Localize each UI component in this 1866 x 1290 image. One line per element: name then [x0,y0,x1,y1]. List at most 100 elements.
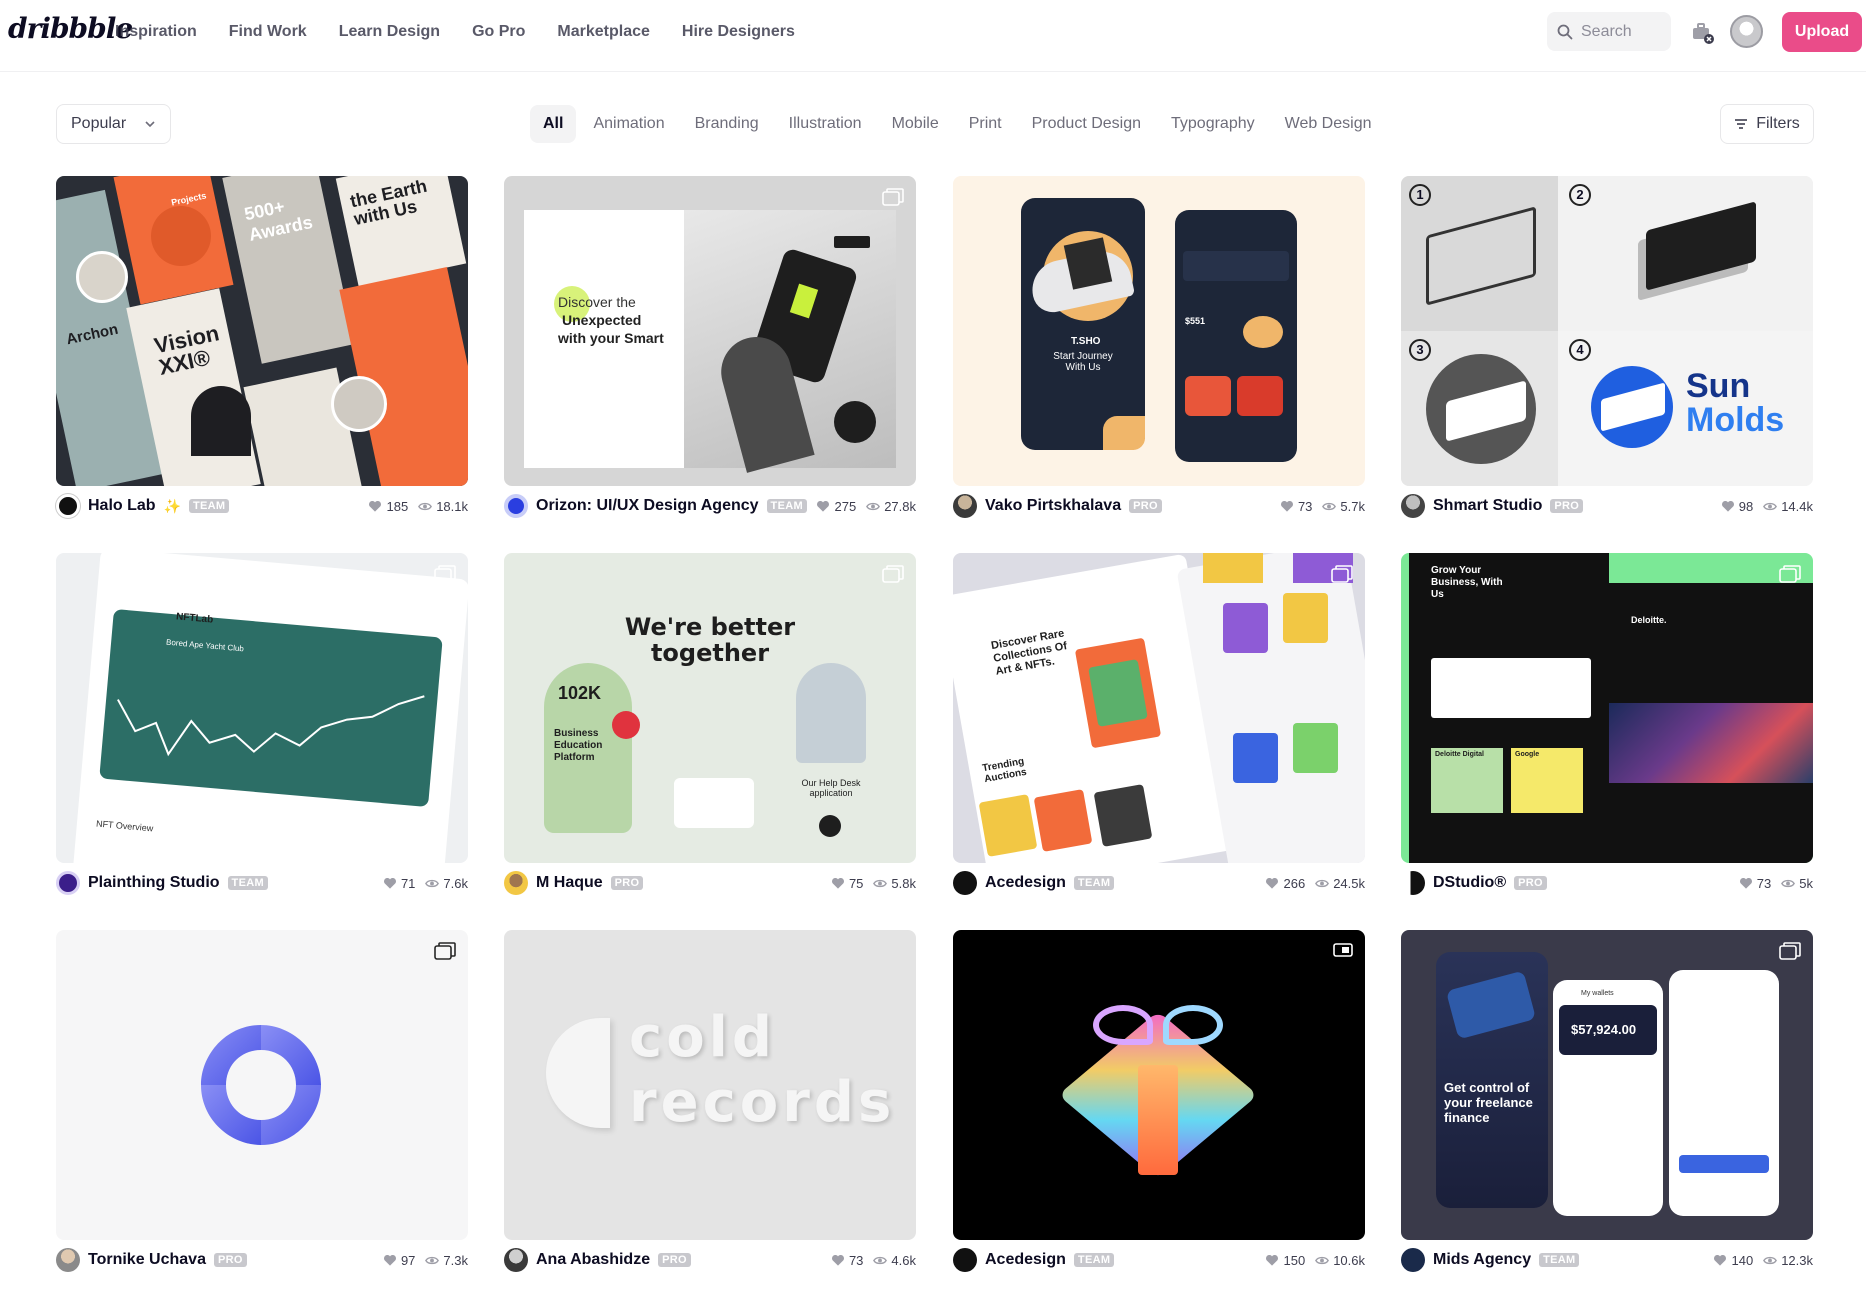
art-text: Grow Your Business, With Us [1431,565,1503,600]
shot-meta: Orizon: UI/UX Design Agency TEAM 275 27.… [504,486,916,526]
upload-button[interactable]: Upload [1782,12,1862,52]
views-count: 5k [1799,875,1813,891]
tab-all[interactable]: All [530,105,577,143]
shot-author[interactable]: Mids Agency TEAM [1401,1248,1580,1272]
tab-typography[interactable]: Typography [1158,105,1268,143]
shot-thumbnail[interactable]: Archon Vision XXI® 500+ Awards Projects … [56,176,468,486]
shot-card[interactable]: Archon Vision XXI® 500+ Awards Projects … [56,176,468,526]
tab-illustration[interactable]: Illustration [776,105,875,143]
author-name: Mids Agency [1433,1251,1532,1268]
tab-product-design[interactable]: Product Design [1019,105,1154,143]
nav-learn-design[interactable]: Learn Design [339,23,440,41]
art-text: records [629,1070,896,1135]
author-name: Halo Lab [88,497,156,514]
shot-meta: Acedesign TEAM 266 24.5k [953,863,1365,903]
likes[interactable]: 98 [1721,499,1753,514]
shot-card[interactable]: Discover Rare Collections Of Art & NFTs.… [953,553,1365,903]
multi-shot-icon [1331,565,1353,583]
likes[interactable]: 266 [1265,876,1305,891]
nav-marketplace[interactable]: Marketplace [557,23,650,41]
tab-mobile[interactable]: Mobile [879,105,952,143]
views-count: 27.8k [884,498,916,514]
likes[interactable]: 75 [831,876,863,891]
nav-go-pro[interactable]: Go Pro [472,23,525,41]
shot-author[interactable]: Vako Pirtskhalava PRO [953,494,1162,518]
briefcase-icon[interactable] [1690,20,1714,44]
shot-thumbnail[interactable]: T.SHO Start Journey With Us $551 [953,176,1365,486]
shot-card[interactable]: Discover the Unexpected with your Smart … [504,176,916,526]
shot-author[interactable]: Plainthing Studio TEAM [56,871,268,895]
pro-badge: PRO [213,1253,247,1267]
shot-author[interactable]: DStudio® PRO [1401,871,1547,895]
views-count: 14.4k [1781,498,1813,514]
likes[interactable]: 97 [383,1253,415,1268]
sort-dropdown[interactable]: Popular [56,104,171,144]
shot-card[interactable]: Tornike Uchava PRO 97 7.3k [56,930,468,1280]
likes-count: 140 [1731,1252,1754,1268]
likes[interactable]: 275 [816,499,856,514]
views: 27.8k [866,499,916,514]
tornike-avatar [56,1248,80,1272]
multi-shot-icon [1779,942,1801,960]
eye-icon [1763,501,1777,512]
shot-author[interactable]: Orizon: UI/UX Design Agency TEAM [504,494,807,518]
likes[interactable]: 150 [1265,1253,1305,1268]
shot-thumbnail[interactable]: Discover the Unexpected with your Smart [504,176,916,486]
tab-web-design[interactable]: Web Design [1272,105,1385,143]
shot-thumbnail[interactable]: Grow Your Business, With Us Deloitte Dig… [1401,553,1813,863]
heart-icon [1721,500,1735,512]
shot-card[interactable]: T.SHO Start Journey With Us $551 Vako Pi… [953,176,1365,526]
tab-branding[interactable]: Branding [682,105,772,143]
likes[interactable]: 73 [1739,876,1771,891]
art-text: 102K [558,683,602,703]
shot-card[interactable]: Acedesign TEAM 150 10.6k [953,930,1365,1280]
shot-author[interactable]: Tornike Uchava PRO [56,1248,247,1272]
shot-card[interactable]: NFTLab Bored Ape Yacht Club NFT Overview… [56,553,468,903]
tab-animation[interactable]: Animation [580,105,677,143]
likes[interactable]: 140 [1713,1253,1753,1268]
likes-count: 98 [1738,498,1754,514]
views: 5.8k [873,876,916,891]
shot-author[interactable]: Shmart Studio PRO [1401,494,1584,518]
dribbble-logo[interactable]: dribbble [8,12,133,45]
plainthing-avatar [56,871,80,895]
filters-button[interactable]: Filters [1720,104,1814,144]
shot-meta: DStudio® PRO 73 5k [1401,863,1813,903]
shot-thumbnail[interactable] [953,930,1365,1240]
shot-author[interactable]: Acedesign TEAM [953,871,1115,895]
shot-thumbnail[interactable] [56,930,468,1240]
pro-badge: PRO [658,1253,691,1267]
art-text: 2 [1569,184,1591,206]
shot-author[interactable]: Acedesign TEAM [953,1248,1115,1272]
shot-card[interactable]: Sun Molds 1 2 3 4 Shmart Studio PRO 98 1… [1401,176,1813,526]
nav-find-work[interactable]: Find Work [229,23,307,41]
shot-thumbnail[interactable]: Discover Rare Collections Of Art & NFTs.… [953,553,1365,863]
shot-author[interactable]: M Haque PRO [504,871,644,895]
tab-print[interactable]: Print [956,105,1015,143]
shot-card[interactable]: Grow Your Business, With Us Deloitte Dig… [1401,553,1813,903]
shot-card[interactable]: We're better together 102K Business Educ… [504,553,916,903]
shot-thumbnail[interactable]: NFTLab Bored Ape Yacht Club NFT Overview [56,553,468,863]
shot-thumbnail[interactable]: We're better together 102K Business Educ… [504,553,916,863]
search-input[interactable] [1581,22,1667,41]
shot-thumbnail[interactable]: cold records [504,930,916,1240]
likes[interactable]: 185 [368,499,408,514]
likes[interactable]: 71 [383,876,415,891]
user-avatar[interactable] [1730,15,1763,48]
shot-thumbnail[interactable]: Sun Molds 1 2 3 4 [1401,176,1813,486]
shot-card[interactable]: Get control of your freelance finance $5… [1401,930,1813,1280]
halo-lab-avatar [56,494,80,518]
shot-author[interactable]: Ana Abashidze PRO [504,1248,691,1272]
nav-inspiration[interactable]: Inspiration [115,23,197,41]
likes[interactable]: 73 [1280,499,1312,514]
video-icon [1333,943,1353,957]
shot-author[interactable]: Halo Lab ✨ TEAM [56,494,230,518]
likes-count: 185 [386,498,409,514]
multi-shot-icon [1779,565,1801,583]
nav-hire-designers[interactable]: Hire Designers [682,23,795,41]
top-navigation: dribbble Inspiration Find Work Learn Des… [0,0,1866,72]
search-box[interactable] [1547,12,1671,51]
likes[interactable]: 73 [831,1253,863,1268]
shot-card[interactable]: cold records Ana Abashidze PRO 73 4.6k [504,930,916,1280]
shot-thumbnail[interactable]: Get control of your freelance finance $5… [1401,930,1813,1240]
